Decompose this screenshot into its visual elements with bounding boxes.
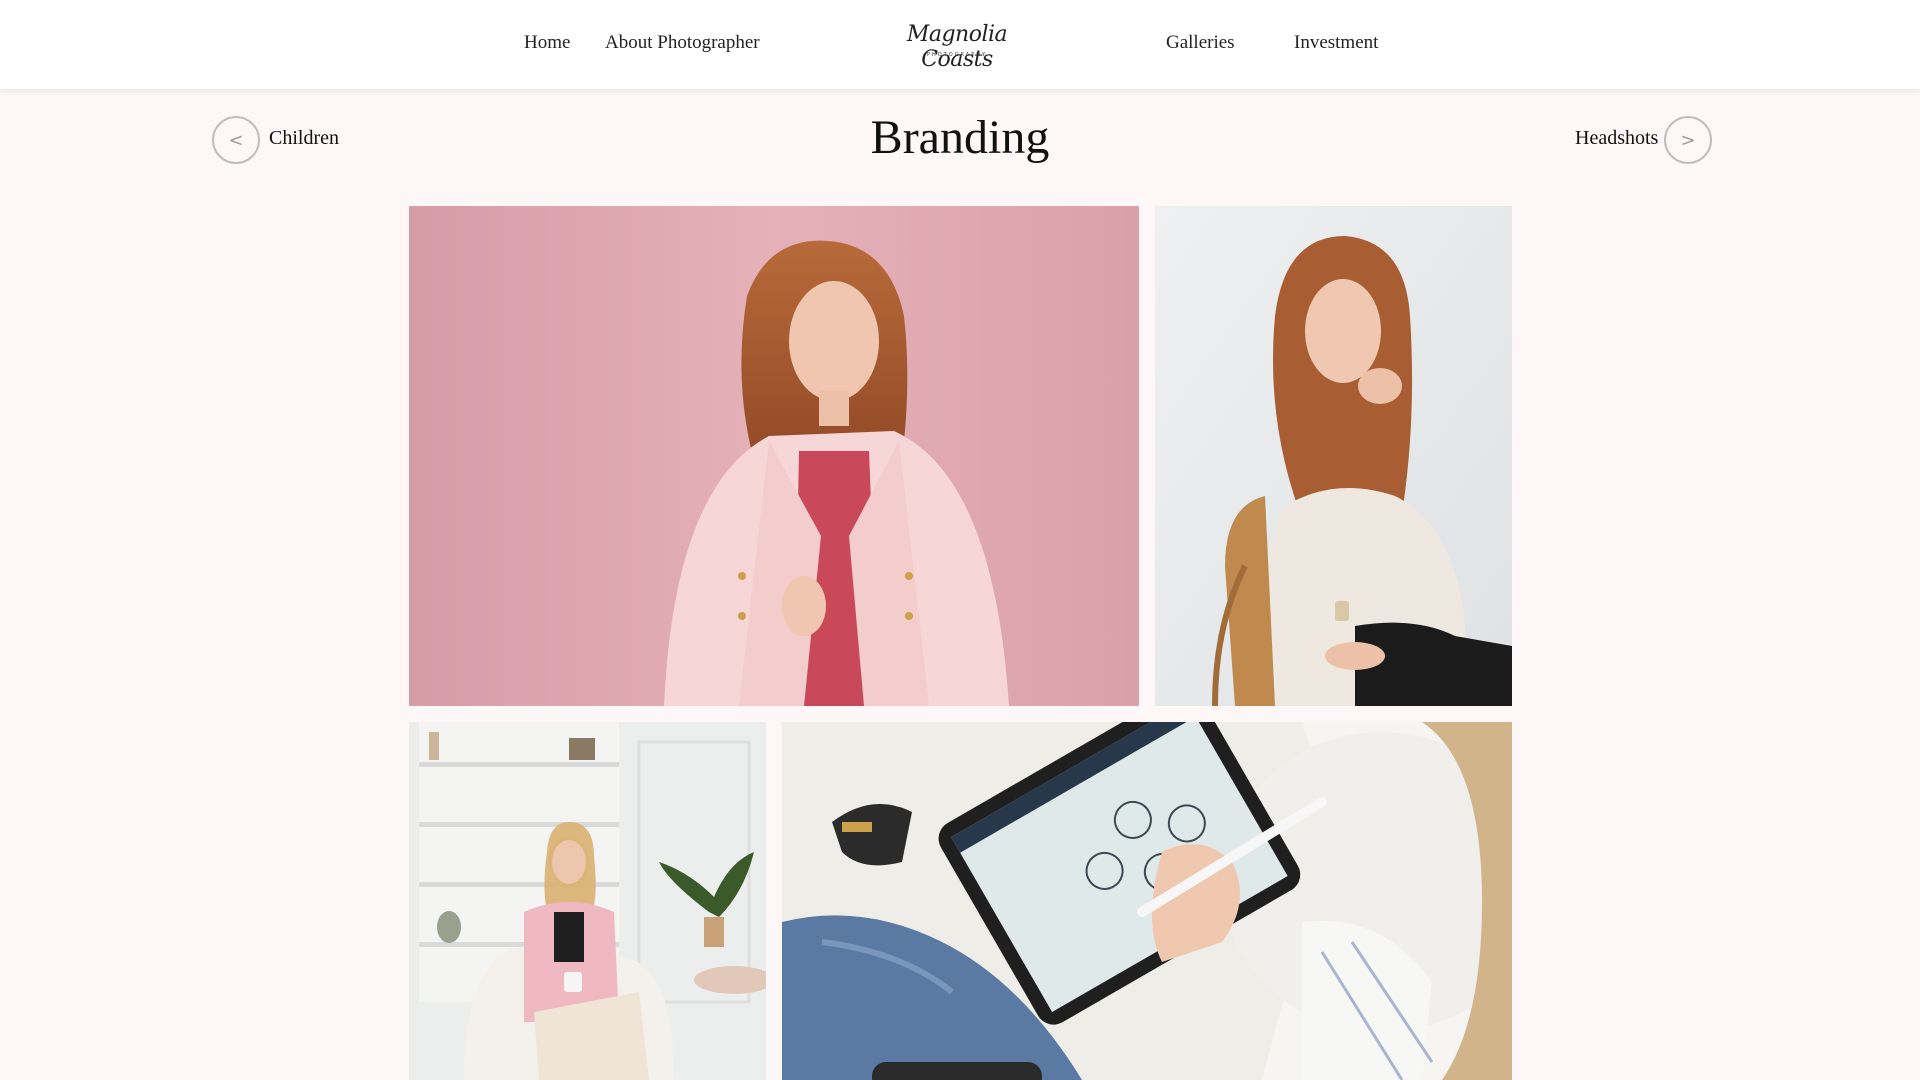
logo-subtitle: PHOTOGRAPHY [926, 52, 988, 58]
gallery-photo-pink-blazer[interactable] [409, 206, 1139, 706]
gallery-photo-tablet[interactable] [782, 722, 1512, 1080]
gallery-photo-armchair[interactable] [409, 722, 766, 1080]
next-gallery-link[interactable]: Headshots [1575, 127, 1658, 150]
nav-home-link[interactable]: Home [524, 32, 570, 54]
nav-about-link[interactable]: About Photographer [605, 32, 760, 54]
nav-investment-link[interactable]: Investment [1294, 32, 1378, 54]
chevron-right-icon: > [1680, 129, 1696, 151]
next-gallery-button[interactable]: > [1664, 116, 1712, 164]
site-logo[interactable]: Magnolia Coasts PHOTOGRAPHY [884, 12, 1030, 72]
nav-galleries-link[interactable]: Galleries [1166, 32, 1235, 54]
logo-script-text: Magnolia Coasts [906, 22, 1008, 72]
site-header: Home About Photographer Magnolia Coasts … [0, 0, 1920, 89]
gallery-photo-rattan-chair[interactable] [1155, 206, 1512, 706]
